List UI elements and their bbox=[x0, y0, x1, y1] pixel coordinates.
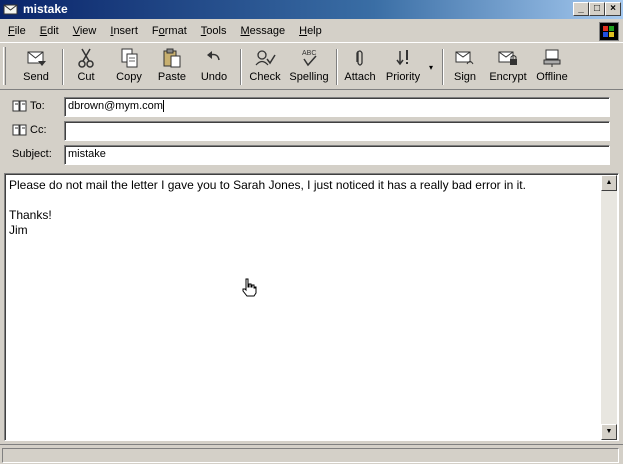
hand-cursor-icon bbox=[242, 278, 257, 297]
to-row: To: dbrown@mym.com bbox=[0, 96, 623, 118]
check-icon bbox=[255, 50, 276, 66]
cut-icon bbox=[78, 48, 94, 68]
check-names-button[interactable]: Check bbox=[246, 47, 284, 89]
address-book-icon bbox=[12, 124, 27, 136]
priority-icon bbox=[396, 50, 408, 66]
paste-icon bbox=[163, 48, 181, 68]
envelope-icon bbox=[3, 4, 18, 15]
copy-icon bbox=[121, 48, 138, 68]
subject-row: Subject: mistake bbox=[0, 144, 623, 166]
paste-button[interactable]: Paste bbox=[153, 47, 191, 89]
cc-label-button[interactable]: Cc: bbox=[12, 124, 47, 136]
undo-button[interactable]: Undo bbox=[196, 47, 232, 89]
compose-window: mistake _ □ × File Edit View Insert Form… bbox=[0, 0, 623, 464]
maximize-button[interactable]: □ bbox=[589, 2, 605, 16]
vertical-scrollbar[interactable]: ▲ ▼ bbox=[601, 175, 617, 440]
send-button[interactable]: Send bbox=[16, 47, 56, 89]
attach-icon bbox=[356, 50, 363, 66]
encrypt-icon bbox=[498, 51, 517, 65]
scroll-up-button[interactable]: ▲ bbox=[601, 175, 617, 191]
status-bar bbox=[0, 444, 623, 464]
sign-icon bbox=[455, 51, 474, 65]
menu-insert[interactable]: Insert bbox=[110, 25, 138, 37]
toolbar-grip[interactable] bbox=[3, 47, 6, 85]
window-title: mistake bbox=[23, 2, 68, 16]
subject-label: Subject: bbox=[12, 148, 52, 160]
close-button[interactable]: × bbox=[605, 2, 621, 16]
menu-tools[interactable]: Tools bbox=[201, 25, 227, 37]
cc-row: Cc: bbox=[0, 120, 623, 142]
menu-format[interactable]: Format bbox=[152, 25, 187, 37]
toolbar: Send Cut Copy Paste Undo Check ABC Spell… bbox=[0, 42, 623, 90]
send-icon bbox=[27, 51, 46, 66]
encrypt-button[interactable]: Encrypt bbox=[486, 47, 530, 89]
priority-button[interactable]: Priority bbox=[382, 47, 424, 89]
offline-icon bbox=[543, 49, 561, 67]
attach-button[interactable]: Attach bbox=[342, 47, 378, 89]
cc-field[interactable] bbox=[64, 121, 610, 141]
menu-file[interactable]: File bbox=[8, 25, 26, 37]
minimize-button[interactable]: _ bbox=[573, 2, 589, 16]
windows-logo-icon bbox=[599, 22, 619, 41]
title-bar[interactable]: mistake _ □ × bbox=[0, 0, 623, 19]
spelling-button[interactable]: ABC Spelling bbox=[288, 47, 330, 89]
status-panel bbox=[2, 448, 619, 463]
message-body-text: Please do not mail the letter I gave you… bbox=[9, 178, 526, 237]
scroll-down-button[interactable]: ▼ bbox=[601, 424, 617, 440]
menu-edit[interactable]: Edit bbox=[40, 25, 59, 37]
message-body[interactable]: Please do not mail the letter I gave you… bbox=[4, 173, 619, 441]
to-label-button[interactable]: To: bbox=[12, 100, 45, 112]
sign-button[interactable]: Sign bbox=[448, 47, 482, 89]
spelling-icon: ABC bbox=[302, 50, 317, 67]
offline-button[interactable]: Offline bbox=[532, 47, 572, 89]
menu-bar: File Edit View Insert Format Tools Messa… bbox=[0, 21, 623, 41]
menu-message[interactable]: Message bbox=[240, 25, 285, 37]
svg-text:ABC: ABC bbox=[302, 50, 316, 57]
menu-view[interactable]: View bbox=[73, 25, 97, 37]
text-caret bbox=[162, 100, 164, 113]
address-book-icon bbox=[12, 100, 27, 112]
subject-field[interactable]: mistake bbox=[64, 145, 610, 165]
copy-button[interactable]: Copy bbox=[110, 47, 148, 89]
menu-help[interactable]: Help bbox=[299, 25, 322, 37]
to-field[interactable]: dbrown@mym.com bbox=[64, 97, 610, 117]
undo-icon bbox=[207, 51, 220, 61]
cut-button[interactable]: Cut bbox=[68, 47, 104, 89]
